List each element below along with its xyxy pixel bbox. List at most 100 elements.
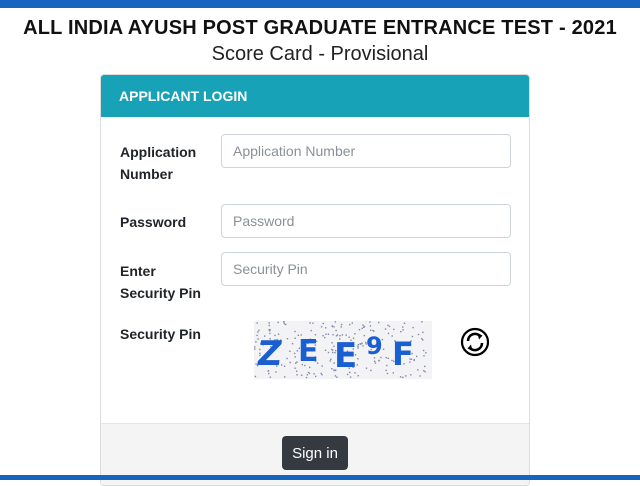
captcha-noise-dot [331,368,333,370]
captcha-noise-dot [374,362,377,364]
captcha-noise-dot [423,370,425,372]
captcha-noise-dot [306,374,308,376]
captcha-noise-dot [324,336,326,339]
captcha-noise-dot [340,326,342,328]
captcha-noise-dot [286,357,288,360]
captcha-noise-dot [402,329,404,331]
captcha-noise-dot [402,326,404,328]
captcha-noise-dot [349,376,352,378]
captcha-noise-dot [378,321,380,324]
captcha-noise-dot [422,339,424,341]
captcha-noise-dot [325,333,327,335]
captcha-char: 9 [366,332,383,360]
captcha-noise-dot [283,323,286,325]
sign-in-button[interactable]: Sign in [282,436,348,470]
captcha-noise-dot [386,364,388,367]
captcha-noise-dot [322,322,324,325]
captcha-noise-dot [254,346,256,348]
captcha-noise-dot [331,325,334,328]
captcha-noise-dot [393,328,395,331]
captcha-noise-dot [402,376,404,379]
captcha-noise-dot [294,330,296,333]
captcha-noise-dot [309,322,311,324]
captcha-noise-dot [291,343,294,345]
captcha-noise-dot [363,334,365,337]
captcha-noise-dot [369,321,371,323]
captcha-noise-dot [369,325,372,327]
captcha-char: E [298,334,319,369]
captcha-noise-dot [330,358,332,360]
captcha-noise-dot [405,375,407,377]
captcha-noise-dot [289,350,291,352]
captcha-noise-dot [374,360,376,362]
top-accent-bar [0,0,640,8]
captcha-noise-dot [268,329,270,331]
captcha-noise-dot [410,374,412,376]
captcha-noise-dot [357,375,359,377]
captcha-noise-dot [424,365,426,368]
captcha-noise-dot [327,333,330,335]
captcha-noise-dot [399,376,402,378]
captcha-noise-dot [331,348,333,351]
captcha-noise-dot [387,332,390,335]
captcha-noise-dot [321,374,323,376]
captcha-noise-dot [283,365,286,367]
captcha-noise-dot [340,323,343,326]
captcha-noise-dot [320,326,323,328]
captcha-noise-dot [320,372,322,375]
captcha-noise-dot [416,355,418,358]
captcha-noise-dot [256,334,258,337]
captcha-noise-dot [257,331,259,333]
captcha-noise-dot [417,333,420,336]
captcha-noise-dot [283,321,285,323]
captcha-noise-dot [296,370,298,372]
captcha-noise-dot [359,343,361,345]
captcha-noise-dot [417,369,419,371]
captcha-noise-dot [382,348,385,350]
captcha-noise-dot [384,328,387,330]
captcha-noise-dot [378,359,380,362]
captcha-noise-dot [421,338,423,340]
captcha-noise-dot [268,324,270,327]
captcha-noise-dot [365,367,368,369]
captcha-noise-dot [268,322,270,324]
captcha-noise-dot [422,349,425,352]
captcha-noise-dot [387,357,389,359]
application-number-input[interactable] [221,134,511,168]
application-number-label: Application Number [120,141,215,185]
captcha-noise-dot [284,376,286,378]
captcha-noise-dot [258,329,260,331]
captcha-noise-dot [308,372,311,375]
captcha-noise-dot [315,375,317,378]
captcha-noise-dot [363,326,365,328]
captcha-noise-dot [370,369,372,372]
captcha-noise-dot [400,331,402,333]
captcha-noise-dot [324,349,327,351]
captcha-label: Security Pin [120,326,201,342]
captcha-noise-dot [403,322,406,324]
captcha-noise-dot [269,376,272,378]
page-subtitle: Score Card - Provisional [211,43,429,65]
captcha-noise-dot [294,356,296,358]
captcha-noise-dot [370,329,372,331]
captcha-noise-dot [322,335,324,337]
captcha-noise-dot [255,341,257,343]
captcha-noise-dot [425,352,427,354]
login-card-header: APPLICANT LOGIN [101,75,529,117]
captcha-noise-dot [256,322,258,324]
password-input[interactable] [221,204,511,238]
refresh-icon[interactable] [460,327,490,357]
captcha-noise-dot [289,361,291,364]
login-card: APPLICANT LOGIN Application Number Passw… [100,74,530,486]
captcha-noise-dot [349,323,351,326]
captcha-noise-dot [361,327,363,330]
captcha-noise-dot [327,351,330,354]
captcha-noise-dot [312,322,314,324]
captcha-noise-dot [277,321,279,324]
captcha-noise-dot [286,338,289,340]
security-pin-input[interactable] [221,252,511,286]
captcha-noise-dot [362,324,364,326]
captcha-noise-dot [296,374,298,376]
captcha-noise-dot [421,321,423,323]
application-number-label-line1: Application [120,144,197,160]
